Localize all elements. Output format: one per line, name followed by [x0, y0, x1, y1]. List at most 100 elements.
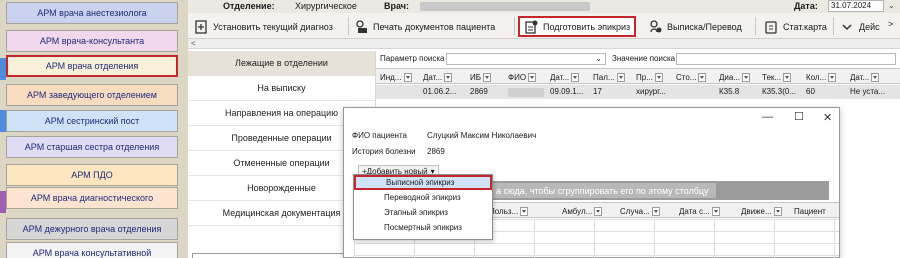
column-header[interactable]: Пациент [794, 205, 826, 217]
table-row[interactable]: 01.06.2... 2869 09.09.1... 17 хирург... … [376, 85, 900, 99]
filter-dropdown-icon[interactable] [742, 72, 751, 82]
filter-dropdown-icon[interactable] [651, 206, 660, 216]
column-header[interactable]: Случа... [620, 205, 660, 217]
table-cell: 2869 [470, 87, 488, 96]
arm-consultant[interactable]: АРМ врача-консультанта [6, 30, 178, 52]
actions-button[interactable]: Дейс [840, 16, 880, 37]
filter-dropdown-icon[interactable] [711, 206, 720, 216]
column-header[interactable]: Пал... [593, 71, 625, 83]
column-header[interactable]: Дат... [850, 71, 880, 83]
doctor-name-redacted [420, 2, 590, 11]
stat-card-label: Стат.карта [783, 21, 827, 32]
toolbar-divider [755, 17, 756, 35]
table-cell: Не уста... [850, 87, 886, 96]
filter-dropdown-icon[interactable] [773, 206, 782, 216]
column-header[interactable]: Сто... [676, 71, 707, 83]
column-header[interactable]: ФИО [508, 71, 537, 83]
nav-to-discharge[interactable]: На выписку [188, 76, 375, 101]
column-header-label: Пр... [636, 72, 653, 82]
filter-dropdown-icon[interactable] [483, 72, 491, 82]
set-diagnosis-button[interactable]: Установить текущий диагноз [194, 16, 333, 37]
menu-item-discharge-epicrisis[interactable]: Выписной эпикриз [354, 175, 492, 190]
arm-head-of-department[interactable]: АРМ заведующего отделением [6, 84, 178, 106]
filter-dropdown-icon[interactable] [520, 206, 529, 216]
arm-nurse-post[interactable]: АРМ сестринский пост [6, 110, 178, 132]
nav-label: Проведенные операции [231, 133, 332, 143]
table-cell: К35.8 [719, 87, 740, 96]
column-header-label: Кол... [806, 72, 827, 82]
arm-label: АРМ врача консультативной [32, 248, 152, 258]
search-param-select[interactable]: ⌄ [446, 53, 606, 65]
print-docs-button[interactable]: Печать документов пациента [354, 16, 495, 37]
table-cell: К35.3(0... [762, 87, 797, 96]
discharge-label: Выписка/Перевод [667, 21, 742, 32]
column-header-label: Инд... [380, 72, 402, 82]
filter-dropdown-icon[interactable] [616, 72, 625, 82]
column-header-label: Дат... [423, 72, 443, 82]
filter-dropdown-icon[interactable] [403, 72, 412, 82]
prepare-epicrisis-button[interactable]: Подготовить эпикриз [518, 16, 637, 37]
maximize-icon[interactable]: ☐ [794, 110, 804, 123]
filter-dropdown-icon[interactable] [698, 72, 707, 82]
filter-dropdown-icon[interactable] [783, 72, 792, 82]
filter-dropdown-icon[interactable] [594, 206, 603, 216]
arm-anesthesiologist[interactable]: АРМ врача анестезиолога [6, 2, 178, 24]
menu-item-stage-epicrisis[interactable]: Этапный эпикриз [354, 205, 492, 220]
arm-senior-nurse[interactable]: АРМ старшая сестра отделения [6, 136, 178, 158]
department-value: Хирургическое [295, 1, 357, 11]
filter-dropdown-icon[interactable] [871, 72, 880, 82]
column-header-label: Амбул... [562, 206, 593, 216]
chevron-down-icon[interactable]: ⌄ [888, 1, 895, 10]
column-header[interactable]: Движе... [741, 205, 782, 217]
filter-dropdown-icon[interactable] [444, 72, 453, 82]
column-header[interactable]: Тек... [762, 71, 792, 83]
column-header[interactable]: Дата с... [679, 205, 720, 217]
scroll-left-arrow[interactable]: < [191, 39, 196, 48]
filter-dropdown-icon[interactable] [528, 72, 537, 82]
print-docs-label: Печать документов пациента [373, 21, 496, 32]
minimize-icon[interactable]: — [762, 111, 773, 123]
column-header[interactable]: Польз... [489, 205, 529, 217]
patient-label: ФИО пациента [352, 131, 407, 140]
arm-diagnostic[interactable]: АРМ врача диагностического [6, 187, 178, 209]
toolbar-divider [514, 17, 515, 35]
column-header[interactable]: Дат... [550, 71, 580, 83]
chevron-down-icon: ⌄ [595, 54, 602, 63]
close-icon[interactable]: ✕ [823, 111, 832, 124]
filter-dropdown-icon[interactable] [828, 72, 837, 82]
date-field[interactable]: 31.07.2024 [828, 0, 884, 12]
stat-card-button[interactable]: Стат.карта [764, 16, 827, 37]
column-header-label: Дата с... [679, 206, 710, 216]
column-header[interactable]: Амбул... [562, 205, 603, 217]
dialog-titlebar: — ☐ ✕ [344, 108, 839, 130]
arm-consultative[interactable]: АРМ врача консультативной [6, 242, 178, 258]
group-hint: а сюда, чтобы сгруппировать его по этому… [492, 183, 716, 198]
diagnosis-icon [194, 19, 208, 34]
menu-item-postmortem-epicrisis[interactable]: Посмертный эпикриз [354, 220, 492, 235]
search-value-label: Значение поиска [612, 54, 676, 63]
column-header[interactable]: ИБ [470, 71, 491, 83]
arm-panel: АРМ врача анестезиолога АРМ врача-консул… [0, 0, 188, 258]
filter-dropdown-icon[interactable] [654, 72, 663, 82]
column-header-label: Сто... [676, 72, 697, 82]
arm-pdo[interactable]: АРМ ПДО [6, 164, 178, 186]
nav-lying-patients[interactable]: Лежащие в отделении [188, 51, 375, 76]
column-header[interactable]: Инд... [380, 71, 412, 83]
nav-label: Лежащие в отделении [235, 58, 328, 68]
arm-duty-doctor[interactable]: АРМ дежурного врача отделения [6, 218, 178, 240]
column-header[interactable]: Диа... [719, 71, 751, 83]
toolbar-scrollbar[interactable]: < [188, 39, 900, 49]
nav-label: На выписку [257, 83, 306, 93]
column-header[interactable]: Кол... [806, 71, 837, 83]
arm-label: АРМ ПДО [71, 170, 113, 180]
search-param-label: Параметр поиска [380, 54, 445, 63]
arm-department-doctor[interactable]: АРМ врача отделения [6, 55, 178, 77]
menu-item-transfer-epicrisis[interactable]: Переводной эпикриз [354, 190, 492, 205]
filter-dropdown-icon[interactable] [571, 72, 580, 82]
column-header[interactable]: Дат... [423, 71, 453, 83]
search-value-input[interactable] [676, 53, 896, 65]
discharge-button[interactable]: Выписка/Перевод [648, 16, 742, 37]
toolbar-scroll-right[interactable]: > [888, 19, 893, 29]
actions-label: Дейс [859, 21, 880, 32]
column-header[interactable]: Пр... [636, 71, 663, 83]
